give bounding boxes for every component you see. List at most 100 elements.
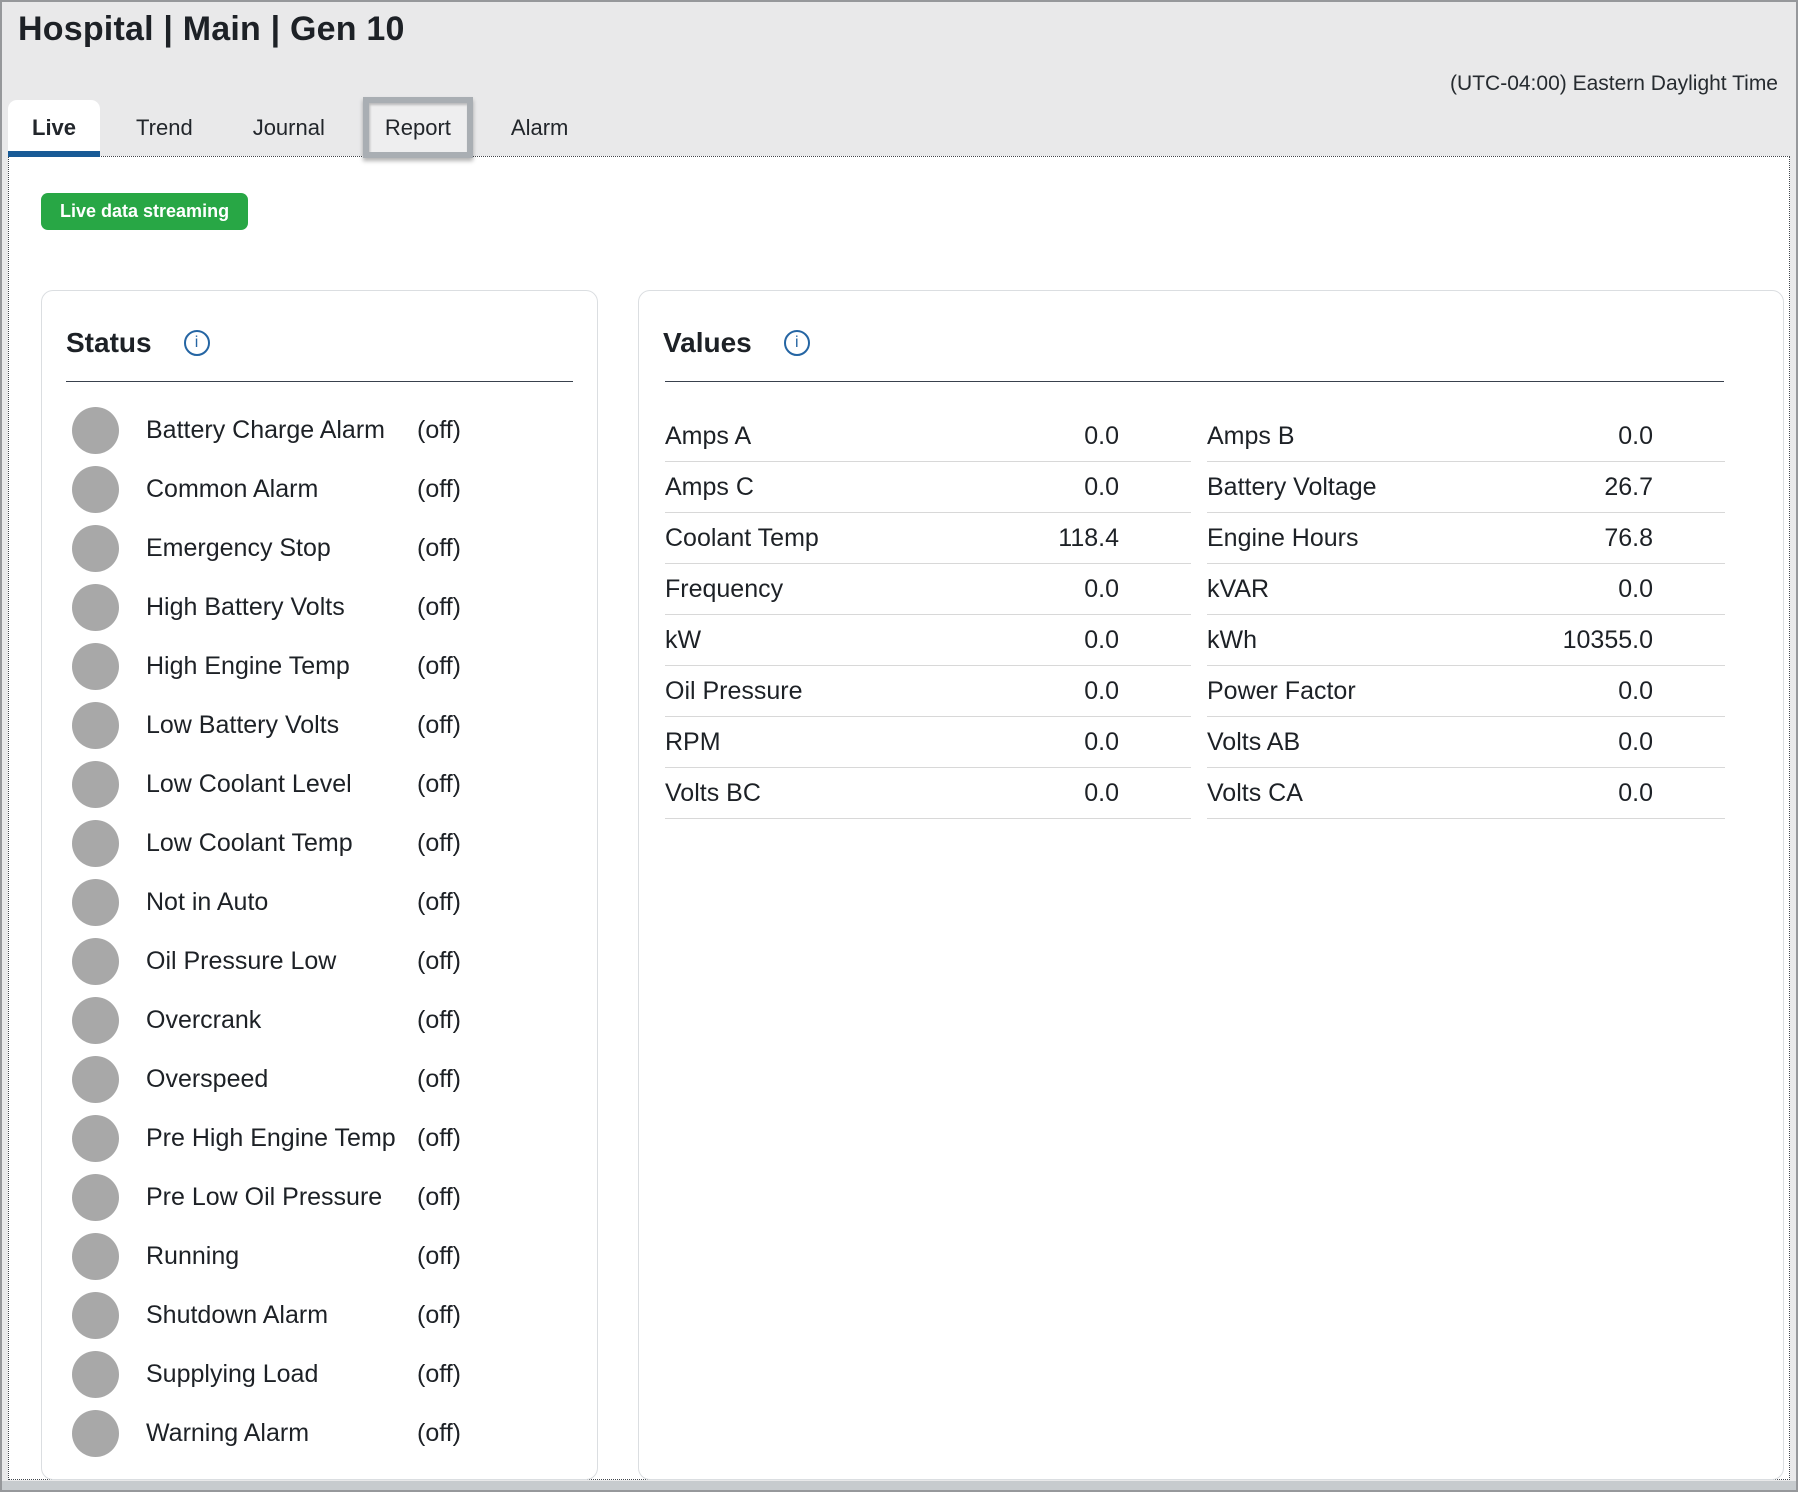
value-number: 0.0 [1618,779,1725,808]
value-row: Amps A 0.0 [665,411,1191,462]
value-row: kVAR 0.0 [1207,564,1725,615]
status-indicator-icon [72,1351,119,1398]
status-row: Low Coolant Level(off) [42,755,597,814]
status-state: (off) [417,711,461,740]
status-label: Pre Low Oil Pressure [146,1183,382,1212]
value-number: 0.0 [1618,728,1725,757]
report-tab-highlight-box: Report [363,97,473,158]
status-state: (off) [417,770,461,799]
value-label: Engine Hours [1207,524,1358,553]
status-state: (off) [417,475,461,504]
status-indicator-icon [72,938,119,985]
value-row: Amps B 0.0 [1207,411,1725,462]
status-row: Warning Alarm(off) [42,1404,597,1463]
status-state: (off) [417,1124,461,1153]
status-state: (off) [417,1006,461,1035]
status-indicator-icon [72,407,119,454]
value-row: Power Factor0.0 [1207,666,1725,717]
value-label: Amps B [1207,422,1295,451]
status-row: Pre High Engine Temp (off) [42,1109,597,1168]
page-title: Hospital | Main | Gen 10 [18,10,405,49]
value-number: 0.0 [1084,575,1191,604]
tab-trend[interactable]: Trend [112,100,217,156]
value-number: 0.0 [1084,728,1191,757]
value-label: Volts BC [665,779,761,808]
status-row: Emergency Stop(off) [42,519,597,578]
status-indicator-icon [72,584,119,631]
status-state: (off) [417,534,461,563]
status-label: Not in Auto [146,888,268,917]
value-number: 0.0 [1618,422,1725,451]
value-row: RPM0.0 [665,717,1191,768]
values-panel-header: Values i [639,291,1783,359]
tab-report[interactable]: Report [369,115,467,141]
value-row: Volts BC0.0 [665,768,1191,819]
value-label: Battery Voltage [1207,473,1377,502]
value-number: 0.0 [1618,575,1725,604]
status-row: Overspeed(off) [42,1050,597,1109]
status-label: Low Coolant Temp [146,829,353,858]
value-label: kVAR [1207,575,1269,604]
status-indicator-icon [72,1292,119,1339]
value-label: Coolant Temp [665,524,819,553]
status-state: (off) [417,1065,461,1094]
values-column-right: Amps B0.0Battery Voltage26.7Engine Hours… [1207,411,1725,819]
status-state: (off) [417,652,461,681]
status-indicator-icon [72,1233,119,1280]
status-label: Battery Charge Alarm [146,416,385,445]
status-indicator-icon [72,1410,119,1457]
status-label: High Battery Volts [146,593,345,622]
values-header-divider [665,381,1724,382]
value-row: kWh10355.0 [1207,615,1725,666]
status-state: (off) [417,1301,461,1330]
tab-journal[interactable]: Journal [229,100,349,156]
value-label: Volts AB [1207,728,1300,757]
status-row: Battery Charge Alarm(off) [42,401,597,460]
status-row: Shutdown Alarm(off) [42,1286,597,1345]
value-row: Amps C0.0 [665,462,1191,513]
status-label: High Engine Temp [146,652,350,681]
status-indicator-icon [72,525,119,572]
value-row: Volts CA 0.0 [1207,768,1725,819]
status-indicator-icon [72,820,119,867]
tab-live[interactable]: Live [8,100,100,156]
value-row: Oil Pressure0.0 [665,666,1191,717]
value-number: 0.0 [1618,677,1725,706]
status-state: (off) [417,1360,461,1389]
live-tab-content: Live data streaming Status i Battery Cha… [8,156,1790,1480]
values-panel-title: Values [663,327,752,359]
horizontal-scrollbar[interactable] [2,1481,1796,1490]
value-number: 0.0 [1084,626,1191,655]
status-indicator-icon [72,761,119,808]
status-list: Battery Charge Alarm(off)Common Alarm(of… [42,401,597,1463]
value-label: Volts CA [1207,779,1303,808]
info-icon[interactable]: i [784,330,810,356]
status-row: Low Coolant Temp(off) [42,814,597,873]
status-label: Supplying Load [146,1360,318,1389]
status-row: High Engine Temp (off) [42,637,597,696]
value-row: Frequency0.0 [665,564,1191,615]
info-icon[interactable]: i [184,330,210,356]
status-label: Common Alarm [146,475,318,504]
tab-alarm[interactable]: Alarm [487,100,592,156]
app-window: Hospital | Main | Gen 10 (UTC-04:00) Eas… [0,0,1798,1492]
status-indicator-icon [72,1174,119,1221]
live-data-streaming-badge: Live data streaming [41,193,248,230]
status-state: (off) [417,888,461,917]
value-label: Amps C [665,473,754,502]
status-state: (off) [417,593,461,622]
value-number: 76.8 [1604,524,1725,553]
status-label: Pre High Engine Temp [146,1124,396,1153]
status-indicator-icon [72,702,119,749]
value-label: Oil Pressure [665,677,803,706]
value-number: 0.0 [1084,422,1191,451]
value-row: Engine Hours 76.8 [1207,513,1725,564]
status-label: Running [146,1242,239,1271]
status-row: High Battery Volts (off) [42,578,597,637]
value-label: Amps A [665,422,751,451]
value-number: 118.4 [1058,524,1191,553]
value-label: kWh [1207,626,1257,655]
status-indicator-icon [72,997,119,1044]
value-label: kW [665,626,701,655]
status-row: Low Battery Volts(off) [42,696,597,755]
